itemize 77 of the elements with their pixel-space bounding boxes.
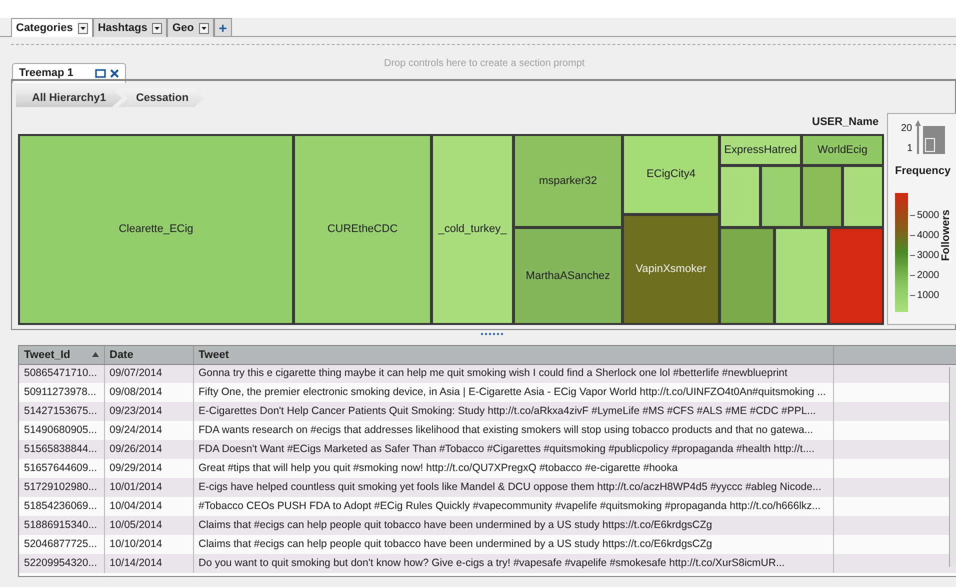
- table-cell: #Tobacco CEOs PUSH FDA to Adopt #ECig Rules Quickly #vapecommunity #vapelife #quitsmoking #propaganda http://t.co/h666lkz...: [193, 497, 833, 516]
- tick-label: 3000: [917, 249, 940, 263]
- treemap-tile[interactable]: VapinXsmoker: [624, 216, 718, 323]
- size-legend-title: Frequency: [895, 164, 951, 179]
- breadcrumb[interactable]: All Hierarchy1: [16, 89, 122, 107]
- treemap-tile[interactable]: WorldEcig: [803, 136, 882, 164]
- table-cell: 09/29/2014: [104, 459, 193, 478]
- drop-zone-hint: Drop controls here to create a section prompt: [384, 57, 585, 71]
- table-cell: E-cigs have helped countless quit smoking yet fools like Mandel & DCU oppose them http://t.co/aczH8WP4d5 #yyccc #ableg Nicode...: [193, 478, 833, 497]
- treemap-tile[interactable]: [830, 229, 882, 323]
- table-cell: 10/14/2014: [104, 554, 193, 573]
- maximize-icon[interactable]: [95, 69, 106, 78]
- table-cell: 09/08/2014: [104, 383, 193, 402]
- treemap-tile[interactable]: [803, 167, 841, 226]
- treemap-tile[interactable]: [721, 229, 773, 323]
- table-cell: Claims that #ecigs can help people quit tobacco have been undermined by a US study https://t.co/E6krdgsCZg: [193, 516, 833, 535]
- treemap-tile[interactable]: [844, 167, 882, 226]
- size-scale-icon: [913, 120, 947, 154]
- table-cell: Fifty One, the premier electronic smoking device, in Asia | E-Cigarette Asia - ECig Vapor World http://t.co/UINFZO4t0An#quitsmoking ...: [193, 383, 833, 402]
- table-cell: 09/26/2014: [104, 440, 193, 459]
- table-cell: 51490680905...: [19, 421, 104, 440]
- table-cell: FDA wants research on #ecigs that addresses likelihood that existing smokers will stop using tobacco products and that no gatewa...: [193, 421, 833, 440]
- treemap-tile[interactable]: msparker32: [515, 136, 621, 226]
- treemap-tile[interactable]: ECigCity4: [624, 136, 718, 213]
- table-cell: 52209954320...: [19, 554, 104, 573]
- dropdown-icon[interactable]: [198, 22, 209, 34]
- treemap-tile[interactable]: CUREtheCDC: [295, 136, 430, 323]
- table-cell: 52046877725...: [19, 535, 104, 554]
- table-cell: 50865471710...: [19, 364, 104, 383]
- table-cell: Great #tips that will help you quit #smoking now! http://t.co/QU7XPregxQ #tobacco #e-cigarette #hooka: [193, 459, 833, 478]
- column-header[interactable]: Date: [104, 346, 193, 364]
- tick-label: 4000: [917, 229, 940, 243]
- section-tab[interactable]: Treemap 1: [12, 63, 126, 83]
- table-cell: 10/01/2014: [104, 478, 193, 497]
- table-cell: FDA Doesn't Want #ECigs Marketed as Safer Than #Tobacco #Cigarettes #quitsmoking #publicpolicy #propaganda #health http://t....: [193, 440, 833, 459]
- treemap-tile[interactable]: Clearette_ECig: [20, 136, 292, 323]
- table-cell: 09/07/2014: [104, 364, 193, 383]
- add-prompt-button[interactable]: +: [214, 18, 232, 36]
- treemap-tile[interactable]: ExpressHatred: [721, 136, 800, 164]
- tick-label: 1000: [917, 289, 940, 303]
- table-cell: Gonna try this e cigarette thing maybe it can help me quit smoking wish I could find a Sherlock one lol #betterlife #newblueprint: [193, 364, 833, 383]
- table-cell: Do you want to quit smoking but don't know how? Give e-cigs a try! #vapesafe #vapelife #smokesafe http://t.co/XurS8icmUR...: [193, 554, 833, 573]
- table-cell: 51657644609...: [19, 459, 104, 478]
- table-cell: 51729102980...: [19, 478, 104, 497]
- treemap-tile[interactable]: MarthaASanchez: [515, 229, 621, 323]
- close-icon[interactable]: [110, 69, 119, 78]
- table-cell: E-Cigarettes Don't Help Cancer Patients Quit Smoking: Study http://t.co/aRkxa4zivF #LymeLife #MS #CFS #ALS #ME #CDC #PPL...: [193, 402, 833, 421]
- table-cell: 10/10/2014: [104, 535, 193, 554]
- table-cell: 09/24/2014: [104, 421, 193, 440]
- treemap-tile[interactable]: [762, 167, 800, 226]
- table-cell: 51854236069...: [19, 497, 104, 516]
- color-legend-title: Followers: [939, 210, 953, 261]
- table-cell: 10/04/2014: [104, 497, 193, 516]
- prompt-tab[interactable]: Geo: [167, 18, 214, 37]
- treemap-tile[interactable]: [776, 229, 828, 323]
- treemap-tile[interactable]: _cold_turkey_: [433, 136, 512, 323]
- tick-label: 2000: [917, 269, 940, 283]
- table-cell: 51565838844...: [19, 440, 104, 459]
- table-cell: 09/23/2014: [104, 402, 193, 421]
- prompt-tab[interactable]: Categories: [11, 18, 93, 37]
- column-header[interactable]: Tweet_Id: [19, 346, 104, 364]
- splitter-handle[interactable]: [481, 333, 503, 336]
- dropdown-icon[interactable]: [78, 22, 88, 34]
- table-cell: 50911273978...: [19, 383, 104, 402]
- prompt-tab[interactable]: Hashtags: [92, 18, 168, 37]
- dropdown-icon[interactable]: [152, 22, 162, 34]
- treemap-tile[interactable]: [721, 167, 759, 226]
- treemap-title: USER_Name: [812, 115, 879, 130]
- tick-label: 5000: [917, 209, 940, 223]
- table-cell: 51886915340...: [19, 516, 104, 535]
- size-max-label: 20: [901, 122, 912, 136]
- table-cell: 10/05/2014: [104, 516, 193, 535]
- table-cell: Claims that #ecigs can help people quit tobacco have been undermined by a US study https://t.co/E6krdgsCZg: [193, 535, 833, 554]
- scrollbar[interactable]: [949, 367, 956, 567]
- size-min-label: 1: [907, 142, 913, 156]
- column-header[interactable]: Tweet: [193, 346, 833, 364]
- table-cell: 51427153675...: [19, 402, 104, 421]
